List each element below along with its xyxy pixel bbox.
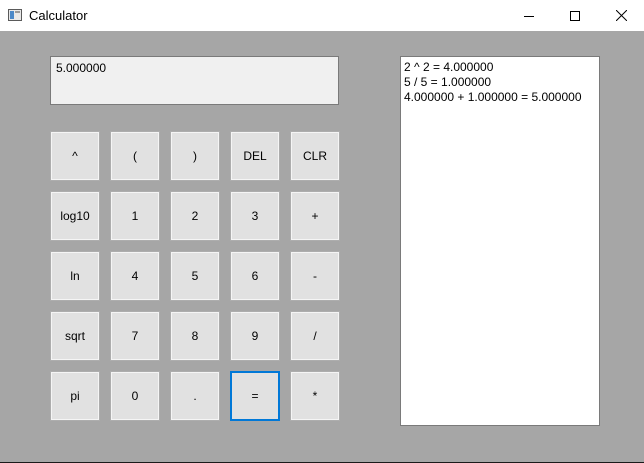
pi-button[interactable]: pi bbox=[50, 371, 100, 421]
history-line: 5 / 5 = 1.000000 bbox=[404, 75, 492, 89]
clear-button[interactable]: CLR bbox=[290, 131, 340, 181]
result-display: 5.000000 bbox=[50, 56, 339, 105]
add-button[interactable]: + bbox=[290, 191, 340, 241]
equals-button[interactable]: = bbox=[230, 371, 280, 421]
close-icon bbox=[615, 10, 627, 21]
minimize-button[interactable] bbox=[506, 0, 552, 31]
digit-6-button[interactable]: 6 bbox=[230, 251, 280, 301]
digit-1-button[interactable]: 1 bbox=[110, 191, 160, 241]
digit-4-button[interactable]: 4 bbox=[110, 251, 160, 301]
close-paren-button[interactable]: ) bbox=[170, 131, 220, 181]
power-button[interactable]: ^ bbox=[50, 131, 100, 181]
close-button[interactable] bbox=[598, 0, 644, 31]
history-panel[interactable]: 2 ^ 2 = 4.000000 5 / 5 = 1.000000 4.0000… bbox=[400, 56, 600, 426]
maximize-icon bbox=[570, 10, 580, 21]
keypad: ^ ( ) DEL CLR log10 1 2 3 + ln 4 5 6 - s… bbox=[50, 131, 340, 421]
display-value: 5.000000 bbox=[56, 61, 107, 75]
subtract-button[interactable]: - bbox=[290, 251, 340, 301]
log10-button[interactable]: log10 bbox=[50, 191, 100, 241]
digit-7-button[interactable]: 7 bbox=[110, 311, 160, 361]
window-title: Calculator bbox=[29, 8, 88, 23]
multiply-button[interactable]: * bbox=[290, 371, 340, 421]
divide-button[interactable]: / bbox=[290, 311, 340, 361]
title-bar[interactable]: Calculator bbox=[0, 0, 644, 31]
calculator-app-icon bbox=[8, 9, 22, 21]
delete-button[interactable]: DEL bbox=[230, 131, 280, 181]
digit-8-button[interactable]: 8 bbox=[170, 311, 220, 361]
digit-5-button[interactable]: 5 bbox=[170, 251, 220, 301]
maximize-button[interactable] bbox=[552, 0, 598, 31]
minimize-icon bbox=[524, 15, 534, 17]
digit-0-button[interactable]: 0 bbox=[110, 371, 160, 421]
history-line: 4.000000 + 1.000000 = 5.000000 bbox=[404, 90, 582, 104]
sqrt-button[interactable]: sqrt bbox=[50, 311, 100, 361]
digit-9-button[interactable]: 9 bbox=[230, 311, 280, 361]
digit-3-button[interactable]: 3 bbox=[230, 191, 280, 241]
calculator-window: Calculator 5.000000 2 ^ 2 = 4.000000 5 /… bbox=[0, 0, 644, 463]
ln-button[interactable]: ln bbox=[50, 251, 100, 301]
history-line: 2 ^ 2 = 4.000000 bbox=[404, 60, 494, 74]
open-paren-button[interactable]: ( bbox=[110, 131, 160, 181]
decimal-point-button[interactable]: . bbox=[170, 371, 220, 421]
digit-2-button[interactable]: 2 bbox=[170, 191, 220, 241]
